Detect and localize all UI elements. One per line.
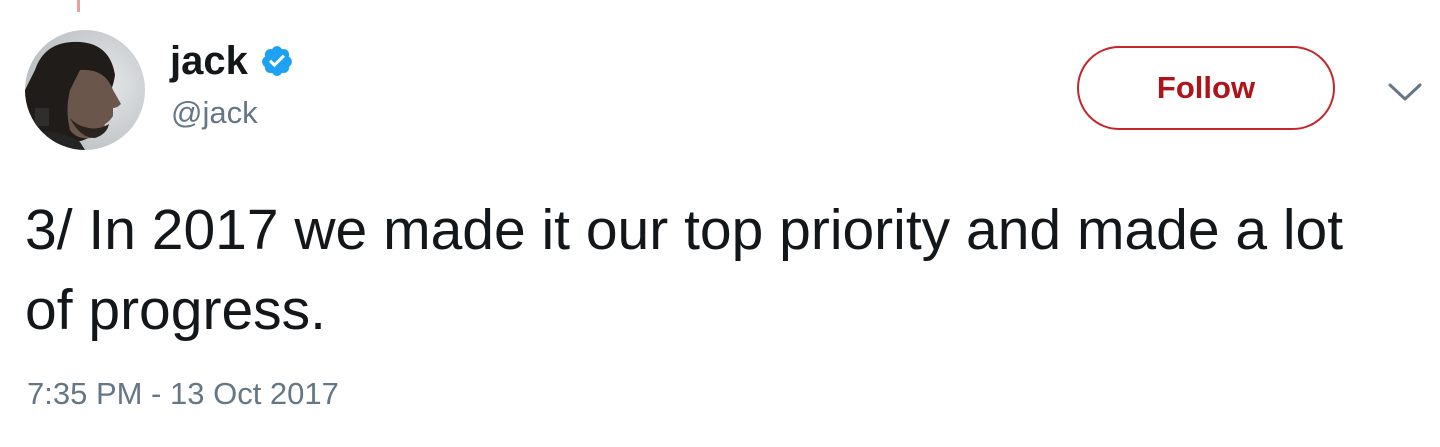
chevron-down-icon[interactable] bbox=[1386, 80, 1424, 104]
author-name-row: jack bbox=[170, 36, 294, 86]
tweet-timestamp[interactable]: 7:35 PM - 13 Oct 2017 bbox=[27, 374, 339, 414]
avatar[interactable] bbox=[25, 30, 145, 150]
tweet-text: 3/ In 2017 we made it our top priority a… bbox=[25, 198, 1344, 342]
thread-connector-line bbox=[77, 0, 80, 12]
author-display-name[interactable]: jack bbox=[170, 36, 248, 86]
author-handle[interactable]: @jack bbox=[171, 93, 258, 133]
follow-button[interactable]: Follow bbox=[1077, 46, 1335, 130]
verified-badge-icon bbox=[260, 44, 294, 78]
avatar-image bbox=[25, 30, 145, 150]
